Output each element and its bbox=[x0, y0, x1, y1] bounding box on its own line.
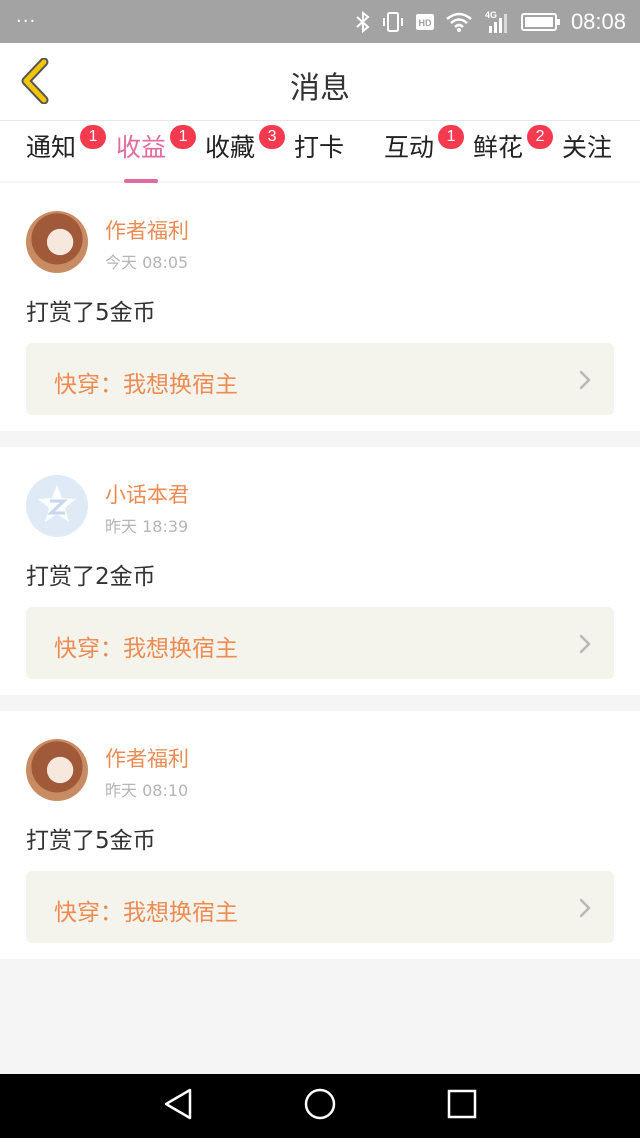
book-title: 快穿：我想换宿主 bbox=[54, 636, 238, 662]
home-circle-icon bbox=[303, 1087, 337, 1125]
tab-label: 收益 bbox=[116, 133, 167, 162]
clock: 08:08 bbox=[570, 8, 626, 34]
wifi-icon bbox=[445, 11, 473, 33]
recents-square-icon bbox=[446, 1088, 478, 1124]
chevron-right-icon bbox=[578, 633, 592, 659]
tab-label: 互动 bbox=[384, 133, 435, 162]
avatar[interactable] bbox=[26, 211, 88, 273]
book-link[interactable]: 快穿：我想换宿主 bbox=[26, 607, 614, 679]
page-title: 消息 bbox=[290, 71, 350, 106]
tab-earnings[interactable]: 收益 1 bbox=[116, 125, 197, 183]
svg-text:4G: 4G bbox=[485, 10, 497, 20]
nav-recents-button[interactable] bbox=[444, 1088, 480, 1124]
avatar[interactable] bbox=[26, 475, 88, 537]
battery-icon bbox=[520, 12, 561, 32]
book-link[interactable]: 快穿：我想换宿主 bbox=[26, 343, 614, 415]
tab-interactions[interactable]: 互动 1 bbox=[384, 125, 465, 181]
unread-badge: 1 bbox=[170, 125, 197, 149]
status-icons: HD 4G 08:08 bbox=[355, 9, 626, 35]
svg-text:HD: HD bbox=[418, 18, 431, 28]
tab-bar: 通知 1 收益 1 收藏 3 打卡 互动 1 鲜花 2 关注 bbox=[0, 121, 640, 183]
nav-back-button[interactable] bbox=[160, 1088, 196, 1124]
message-time: 今天 08:05 bbox=[105, 253, 189, 272]
message-text: 打赏了5金币 bbox=[26, 300, 156, 326]
book-title: 快穿：我想换宿主 bbox=[54, 372, 238, 398]
book-link[interactable]: 快穿：我想换宿主 bbox=[26, 871, 614, 943]
back-triangle-icon bbox=[162, 1087, 194, 1125]
chevron-right-icon bbox=[578, 897, 592, 923]
book-title: 快穿：我想换宿主 bbox=[54, 900, 238, 926]
default-avatar-icon bbox=[26, 475, 88, 537]
tab-label: 鲜花 bbox=[473, 133, 524, 162]
tab-favorites[interactable]: 收藏 3 bbox=[205, 125, 286, 181]
tab-label: 打卡 bbox=[294, 133, 345, 162]
tab-label: 关注 bbox=[562, 133, 613, 162]
message-time: 昨天 08:10 bbox=[105, 781, 189, 800]
chevron-right-icon bbox=[578, 369, 592, 395]
avatar[interactable] bbox=[26, 739, 88, 801]
unread-badge: 3 bbox=[259, 125, 286, 149]
unread-badge: 1 bbox=[438, 125, 465, 149]
notification-dots: ··· bbox=[16, 10, 37, 32]
message-text: 打赏了5金币 bbox=[26, 828, 156, 854]
tab-label: 通知 bbox=[26, 133, 77, 162]
tab-notifications[interactable]: 通知 1 bbox=[26, 125, 107, 181]
cellular-signal-icon: 4G bbox=[483, 9, 511, 35]
author-name[interactable]: 作者福利 bbox=[105, 743, 189, 773]
nav-home-button[interactable] bbox=[302, 1088, 338, 1124]
message-card: 小话本君 昨天 18:39 打赏了2金币 快穿：我想换宿主 bbox=[0, 447, 640, 695]
tab-flowers[interactable]: 鲜花 2 bbox=[473, 125, 554, 181]
bluetooth-icon bbox=[355, 10, 371, 34]
system-nav-bar bbox=[0, 1074, 640, 1138]
tab-label: 收藏 bbox=[205, 133, 256, 162]
unread-badge: 1 bbox=[80, 125, 107, 149]
app-header: 消息 bbox=[0, 43, 640, 121]
unread-badge: 2 bbox=[527, 125, 554, 149]
message-text: 打赏了2金币 bbox=[26, 564, 156, 590]
status-bar: ··· HD 4G 08:08 bbox=[0, 0, 640, 43]
message-time: 昨天 18:39 bbox=[105, 517, 189, 536]
author-name[interactable]: 作者福利 bbox=[105, 215, 189, 245]
tab-checkin[interactable]: 打卡 bbox=[294, 131, 344, 181]
author-name[interactable]: 小话本君 bbox=[105, 479, 189, 509]
tab-following[interactable]: 关注 bbox=[562, 131, 612, 181]
message-card: 作者福利 今天 08:05 打赏了5金币 快穿：我想换宿主 bbox=[0, 183, 640, 431]
hd-icon: HD bbox=[415, 12, 435, 32]
vibrate-icon bbox=[381, 10, 405, 34]
message-card: 作者福利 昨天 08:10 打赏了5金币 快穿：我想换宿主 bbox=[0, 711, 640, 959]
